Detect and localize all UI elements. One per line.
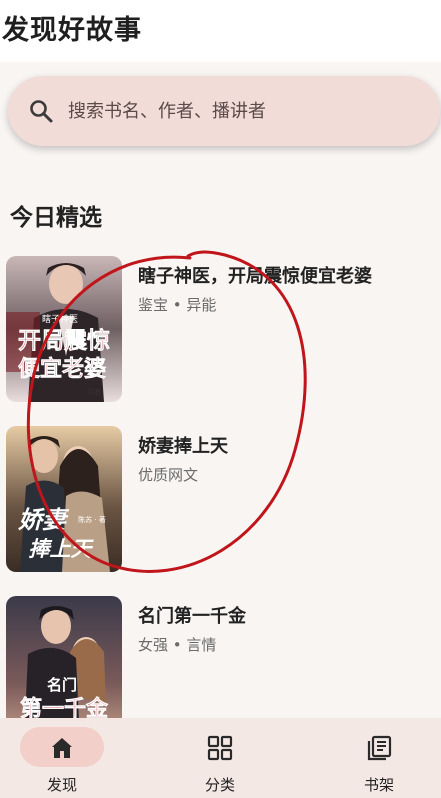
cover-author: 陈苏 · 著 bbox=[78, 515, 106, 524]
bookshelf-icon bbox=[366, 735, 392, 761]
page-title: 发现好故事 bbox=[2, 15, 142, 46]
book-cover[interactable]: 瞎子神医 开局震惊 便宜老婆 作者 bbox=[6, 256, 122, 402]
cover-title-line1: 开局震惊 bbox=[18, 327, 110, 354]
book-item[interactable]: 娇妻 捧上天 陈苏 · 著 娇妻捧上天 优质网文 bbox=[6, 426, 436, 572]
cover-title-line1: 名门 bbox=[47, 676, 77, 694]
section-title: 今日精选 bbox=[10, 205, 102, 231]
book-title[interactable]: 瞎子神医，开局震惊便宜老婆 bbox=[138, 262, 372, 288]
cover-author: 作者 bbox=[87, 387, 101, 396]
cover-title-line1: 娇妻 bbox=[18, 505, 70, 534]
page-header: 发现好故事 bbox=[0, 0, 441, 62]
search-input[interactable] bbox=[68, 100, 408, 122]
book-item[interactable]: 瞎子神医 开局震惊 便宜老婆 作者 瞎子神医，开局震惊便宜老婆 鉴宝 • 异能 bbox=[6, 256, 436, 402]
search-icon bbox=[28, 98, 54, 124]
book-tags: 鉴宝 • 异能 bbox=[138, 296, 217, 314]
nav-item-categories[interactable]: 分类 bbox=[147, 718, 294, 798]
cover-title-line2: 便宜老婆 bbox=[18, 356, 106, 382]
nav-label-discover: 发现 bbox=[46, 776, 77, 794]
grid-icon bbox=[207, 735, 233, 761]
book-title[interactable]: 名门第一千金 bbox=[138, 602, 246, 628]
home-icon bbox=[49, 735, 75, 761]
nav-item-discover[interactable]: 发现 bbox=[0, 718, 147, 798]
book-cover[interactable]: 娇妻 捧上天 陈苏 · 著 bbox=[6, 426, 122, 572]
cover-small-title: 瞎子神医 bbox=[42, 313, 78, 325]
nav-label-bookshelf: 书架 bbox=[363, 776, 394, 794]
book-tags: 优质网文 bbox=[138, 466, 199, 484]
book-tags: 女强 • 言情 bbox=[138, 636, 217, 654]
cover-title-line2: 捧上天 bbox=[29, 536, 95, 561]
search-bar[interactable] bbox=[8, 76, 440, 146]
nav-item-bookshelf[interactable]: 书架 bbox=[294, 718, 441, 798]
book-title[interactable]: 娇妻捧上天 bbox=[138, 432, 228, 458]
nav-label-categories: 分类 bbox=[204, 776, 235, 794]
bottom-nav: 发现 分类 书架 bbox=[0, 718, 441, 798]
